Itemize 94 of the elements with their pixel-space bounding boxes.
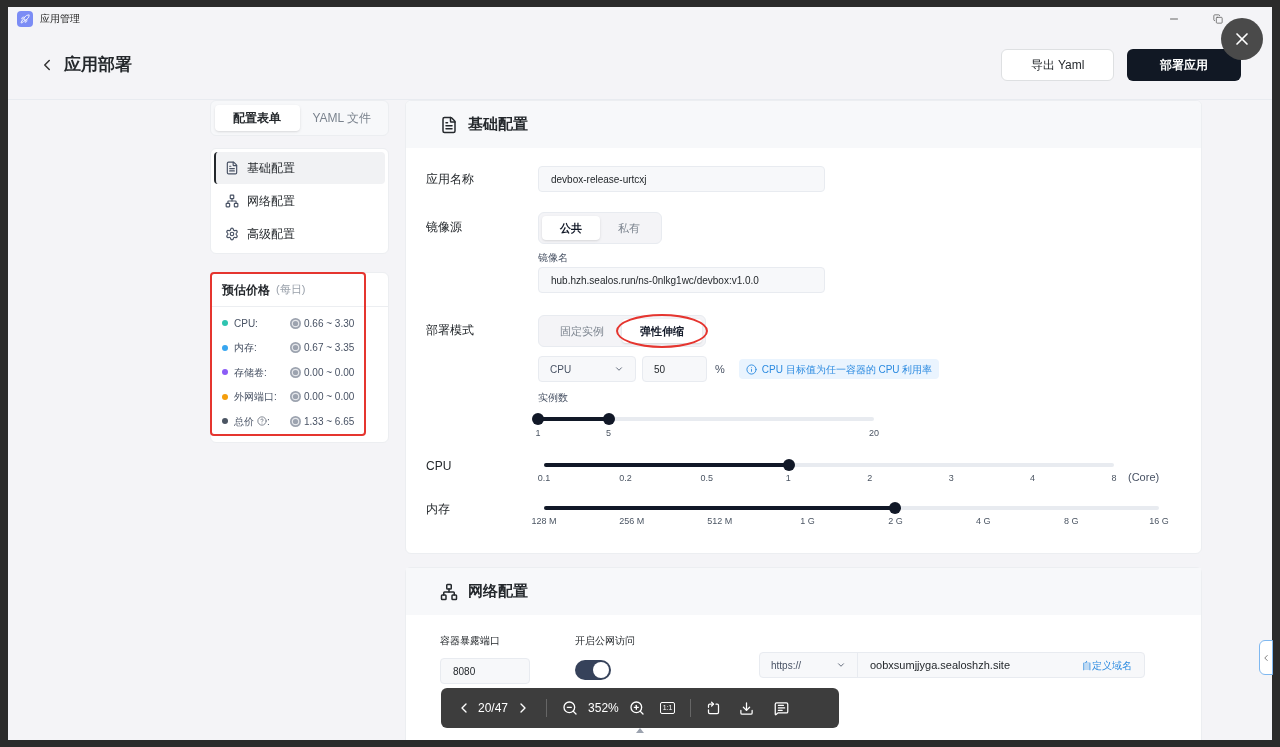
section-title: 基础配置 bbox=[468, 114, 528, 135]
field-label: 镜像名 bbox=[538, 251, 569, 265]
slider-thumb[interactable] bbox=[783, 459, 796, 471]
field-label: 应用名称 bbox=[426, 171, 475, 188]
zoom-in-icon[interactable] bbox=[628, 700, 645, 716]
coin-icon bbox=[290, 366, 301, 378]
slider-tick-label: 2 G bbox=[888, 515, 903, 528]
deploy-button[interactable]: 部署应用 bbox=[1127, 48, 1241, 81]
field-label: 实例数 bbox=[538, 391, 569, 405]
view-tab[interactable]: 配置表单 bbox=[215, 105, 300, 131]
field-label: 开启公网访问 bbox=[575, 634, 636, 648]
price-range: 1.33 ~ 6.65 bbox=[304, 414, 355, 429]
metric-select[interactable]: CPU bbox=[538, 356, 636, 382]
zoom-out-icon[interactable] bbox=[562, 700, 579, 716]
document-icon bbox=[225, 161, 239, 175]
price-label: 外网端口: bbox=[234, 390, 277, 405]
segment-tab[interactable]: 公共 bbox=[542, 216, 600, 240]
slider-tick-label: 2 bbox=[867, 472, 873, 485]
price-label: : bbox=[267, 414, 270, 429]
app-name-field[interactable]: devbox-release-urtcxj bbox=[538, 166, 825, 192]
slider-tick-label: 256 M bbox=[619, 515, 645, 528]
segment-tab[interactable]: 私有 bbox=[600, 216, 658, 240]
field-label: 镜像源 bbox=[426, 219, 463, 236]
slider-tick-label: 1 bbox=[785, 472, 791, 485]
page-title: 应用部署 bbox=[64, 53, 132, 76]
section-title: 网络配置 bbox=[468, 581, 528, 602]
slider-tick-label: 1 bbox=[535, 427, 541, 440]
slider-tick-label: 0.5 bbox=[700, 472, 714, 485]
domain-text: oobxsumjjyga.sealoshzh.site bbox=[870, 657, 1011, 673]
price-label: CPU: bbox=[234, 316, 258, 331]
slider-tick-label: 8 bbox=[1111, 472, 1117, 485]
zoom-level: 352% bbox=[588, 700, 619, 717]
app-logo-icon bbox=[17, 10, 33, 27]
price-label: 存储卷: bbox=[234, 365, 267, 380]
info-icon bbox=[745, 363, 757, 375]
info-tag: CPU 目标值为任一容器的 CPU 利用率 bbox=[738, 359, 940, 379]
slider-tick-label: 20 bbox=[869, 427, 879, 440]
price-range: 0.67 ~ 3.35 bbox=[304, 341, 355, 356]
slider-tick-label: 5 bbox=[606, 427, 612, 440]
segment-tab[interactable]: 弹性伸缩 bbox=[622, 319, 702, 343]
rotate-icon[interactable] bbox=[706, 700, 722, 716]
view-tab[interactable]: YAML 文件 bbox=[299, 105, 384, 131]
slider-tick-label: 3 bbox=[948, 472, 954, 485]
slider-tick-label: 4 G bbox=[976, 515, 991, 528]
price-label: 内存: bbox=[234, 341, 257, 356]
network-icon bbox=[440, 582, 458, 601]
settings-icon bbox=[225, 227, 239, 241]
window-title: 应用管理 bbox=[40, 12, 80, 26]
slider-tick-label: 0.1 bbox=[537, 472, 551, 485]
coin-icon bbox=[290, 391, 301, 403]
price-label: 总价 bbox=[234, 414, 254, 429]
slider-tick-label: 16 G bbox=[1149, 515, 1169, 528]
custom-domain-link[interactable]: 自定义域名 bbox=[1082, 657, 1132, 673]
restore-icon[interactable] bbox=[1213, 13, 1223, 24]
export-button[interactable]: 导出 Yaml bbox=[1001, 48, 1114, 81]
nav-item[interactable]: 网络配置 bbox=[214, 185, 385, 217]
image-name-field[interactable]: hub.hzh.sealos.run/ns-0nlkg1wc/devbox:v1.0.0 bbox=[538, 267, 825, 293]
slider-thumb[interactable] bbox=[888, 502, 901, 514]
slider-thumb[interactable] bbox=[602, 413, 615, 425]
price-period: (每日) bbox=[276, 282, 306, 298]
target-field[interactable]: 50 bbox=[642, 356, 707, 382]
network-icon bbox=[225, 194, 239, 208]
chevron-down-icon bbox=[614, 364, 624, 374]
price-range: 0.00 ~ 0.00 bbox=[304, 390, 355, 405]
coin-icon bbox=[290, 342, 301, 354]
coin-icon bbox=[290, 415, 301, 427]
port-field[interactable]: 8080 bbox=[440, 658, 530, 684]
slider-thumb[interactable] bbox=[532, 413, 544, 425]
slider-tick-label: 0.2 bbox=[619, 472, 632, 485]
price-title: 预估价格 bbox=[222, 281, 270, 299]
slider-tick-label: 1 G bbox=[800, 515, 815, 528]
chevron-left-icon bbox=[1261, 652, 1271, 663]
price-range: 0.66 ~ 3.30 bbox=[304, 316, 355, 331]
field-label: CPU bbox=[426, 458, 453, 475]
document-icon bbox=[440, 115, 458, 134]
slider-tick-label: 512 M bbox=[707, 515, 733, 528]
nav-item[interactable]: 基础配置 bbox=[214, 152, 385, 184]
unit-label: (Core) bbox=[1128, 470, 1160, 485]
download-icon[interactable] bbox=[739, 700, 755, 716]
nav-item[interactable]: 高级配置 bbox=[214, 218, 385, 250]
comment-icon[interactable] bbox=[774, 700, 790, 716]
field-label: 内存 bbox=[426, 501, 451, 518]
public-access-toggle[interactable] bbox=[575, 660, 611, 680]
segment-tab[interactable]: 固定实例 bbox=[542, 319, 622, 343]
slider-tick-label: 8 G bbox=[1063, 515, 1079, 528]
protocol-select[interactable]: https:// bbox=[760, 653, 858, 677]
page-counter: 20/47 bbox=[478, 700, 509, 717]
field-label: 容器暴露端口 bbox=[440, 634, 501, 648]
unit-label: % bbox=[715, 361, 725, 377]
coin-icon bbox=[290, 317, 301, 329]
price-range: 0.00 ~ 0.00 bbox=[304, 365, 355, 380]
chevron-down-icon bbox=[836, 660, 846, 670]
slider-tick-label: 4 bbox=[1030, 472, 1036, 485]
slider-tick-label: 128 M bbox=[531, 515, 557, 528]
